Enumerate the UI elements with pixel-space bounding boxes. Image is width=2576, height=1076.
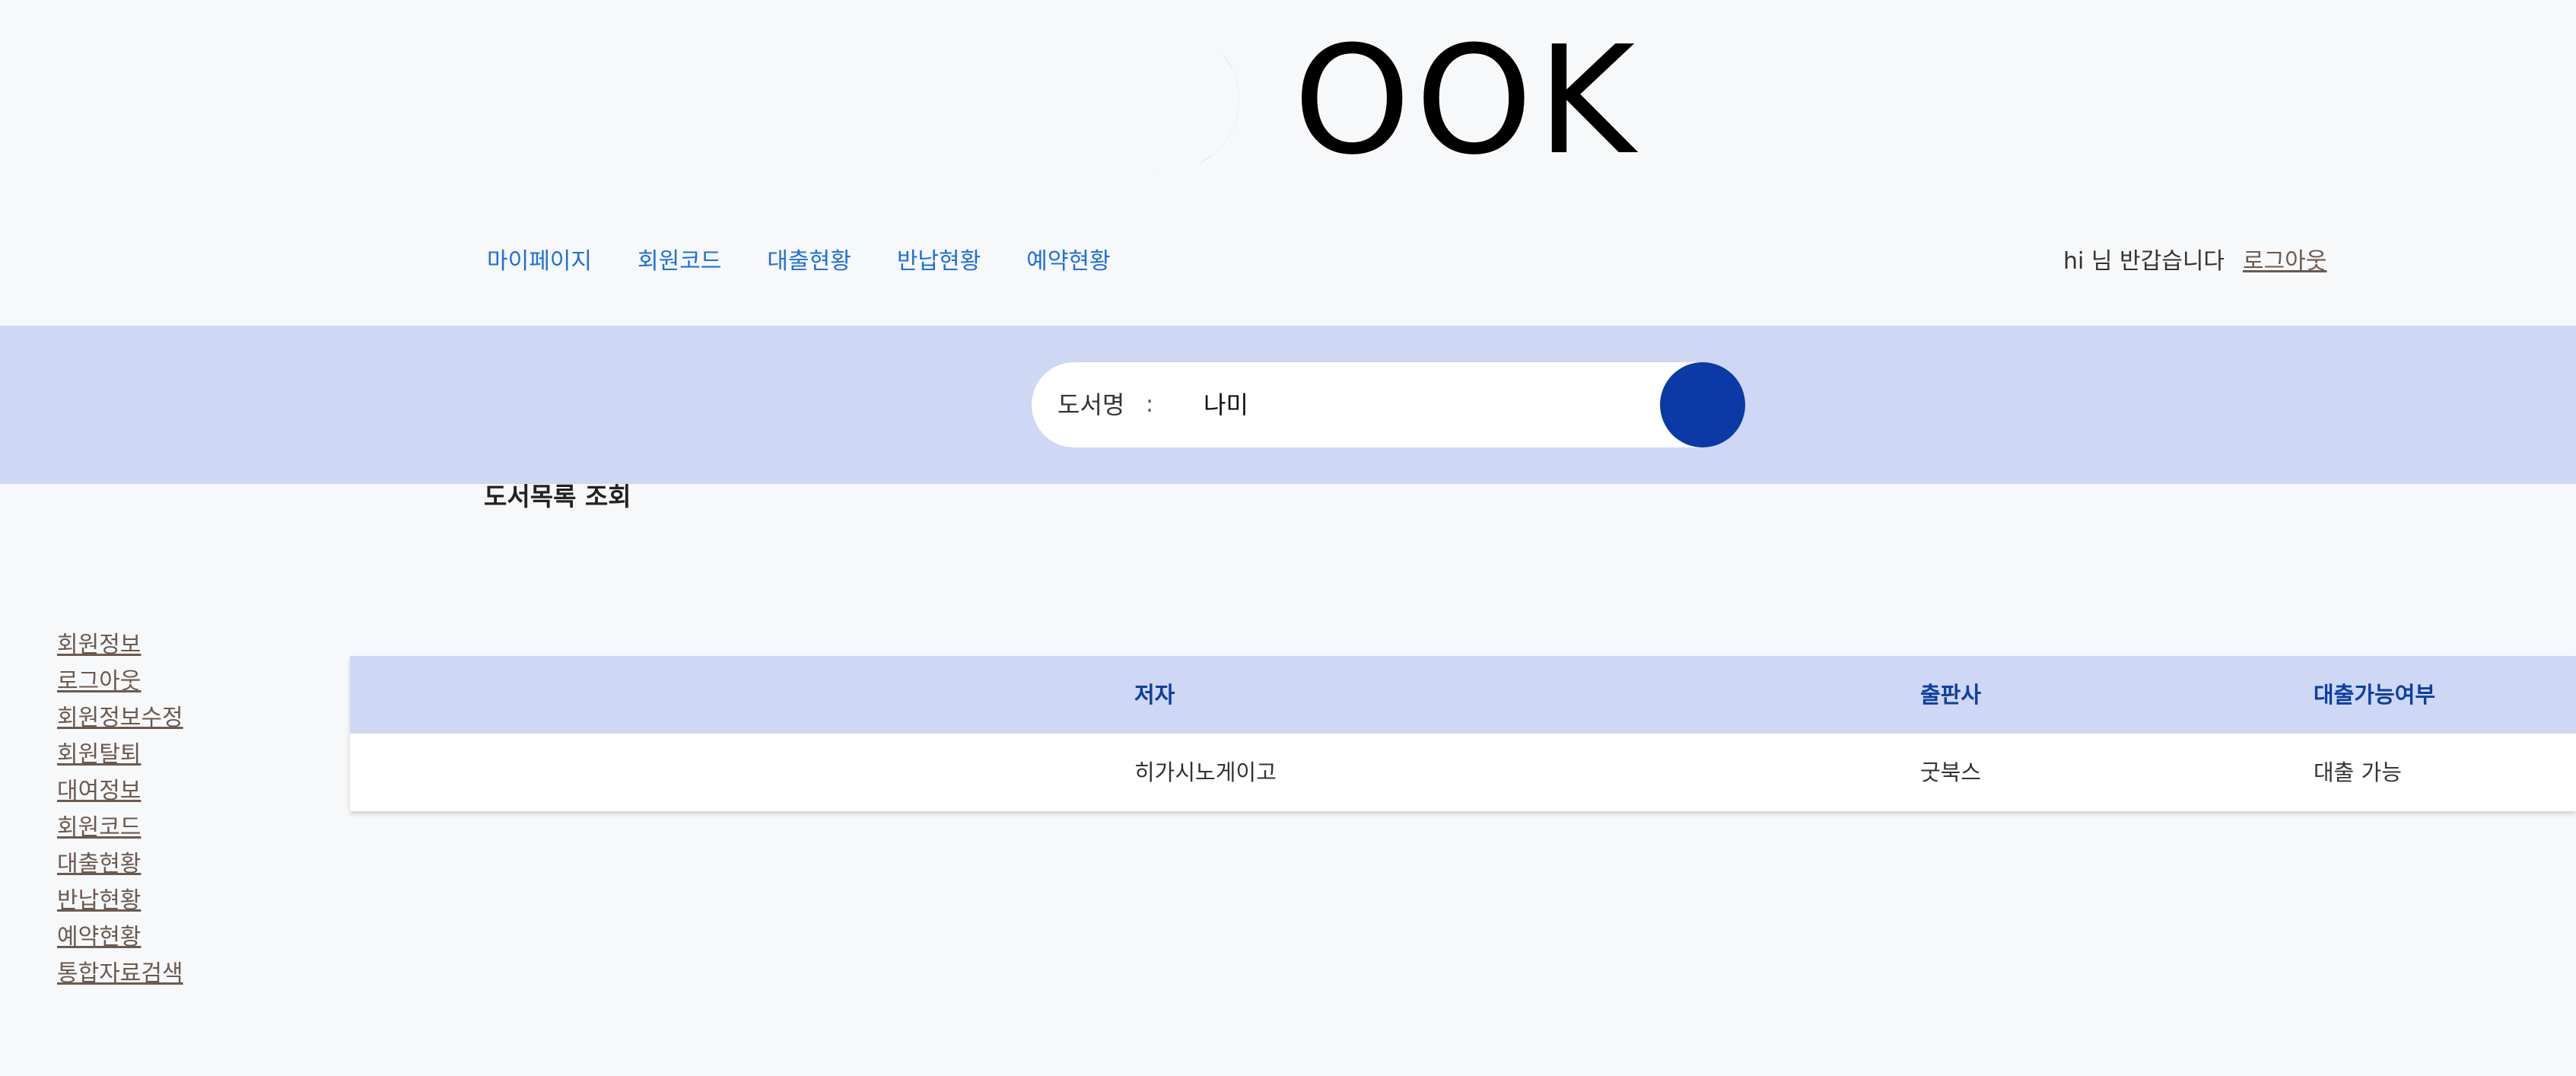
column-header-publisher: 출판사 [1920,682,1982,708]
cell-author: 히가시노게이고 [1134,759,1277,785]
table-row[interactable]: 히가시노게이고 굿북스 대출 가능 [350,734,2576,811]
sidebar-item-logout[interactable]: 로그아웃 [57,664,183,700]
sidebar-item-withdraw[interactable]: 회원탈퇴 [57,737,183,773]
site-logo[interactable]: OOK [1141,21,1658,181]
table-header: 저자 출판사 대출가능여부 [350,656,2576,734]
column-header-availability: 대출가능여부 [2314,682,2436,708]
logo-text: OOK [1293,14,1640,188]
search-button[interactable] [1660,362,1745,447]
search-colon: : [1146,391,1154,418]
sidebar-item-edit-member[interactable]: 회원정보수정 [57,700,183,737]
search-box: 도서명 : [1032,362,1745,447]
sidebar-item-return-status[interactable]: 반납현황 [57,883,183,919]
nav-item-mypage[interactable]: 마이페이지 [487,242,592,282]
sidebar-item-member-info[interactable]: 회원정보 [57,627,183,664]
column-header-author: 저자 [1134,682,1175,708]
nav-item-member-code[interactable]: 회원코드 [638,242,721,282]
page-title: 도서목록 조회 [484,482,631,511]
sidebar-item-integrated-search[interactable]: 통합자료검색 [57,956,183,992]
nav-item-return-status[interactable]: 반납현황 [897,242,981,282]
sidebar-item-rental-info[interactable]: 대여정보 [57,773,183,810]
greeting-text: hi 님 반갑습니다 [2063,248,2225,275]
book-table: 저자 출판사 대출가능여부 히가시노게이고 굿북스 대출 가능 [350,656,2576,811]
main-nav: 마이페이지 회원코드 대출현황 반납현황 예약현황 [487,242,1111,282]
cell-availability: 대출 가능 [2314,759,2402,785]
search-field-label: 도서명 [1057,390,1125,419]
sidebar-item-member-code[interactable]: 회원코드 [57,810,183,846]
cell-publisher: 굿북스 [1920,759,1982,785]
sidebar-item-reservation-status[interactable]: 예약현황 [57,919,183,956]
sidebar: 회원정보 로그아웃 회원정보수정 회원탈퇴 대여정보 회원코드 대출현황 반납현… [57,627,183,992]
nav-item-loan-status[interactable]: 대출현황 [767,242,851,282]
search-input[interactable] [1204,362,1630,447]
user-greeting: hi 님 반갑습니다 로그아웃 [2063,242,2326,282]
search-band: 도서명 : [0,326,2576,484]
crescent-moon-icon [1144,33,1239,170]
nav-item-reservation-status[interactable]: 예약현황 [1026,242,1110,282]
logout-link[interactable]: 로그아웃 [2243,242,2326,282]
sidebar-item-loan-status[interactable]: 대출현황 [57,846,183,883]
